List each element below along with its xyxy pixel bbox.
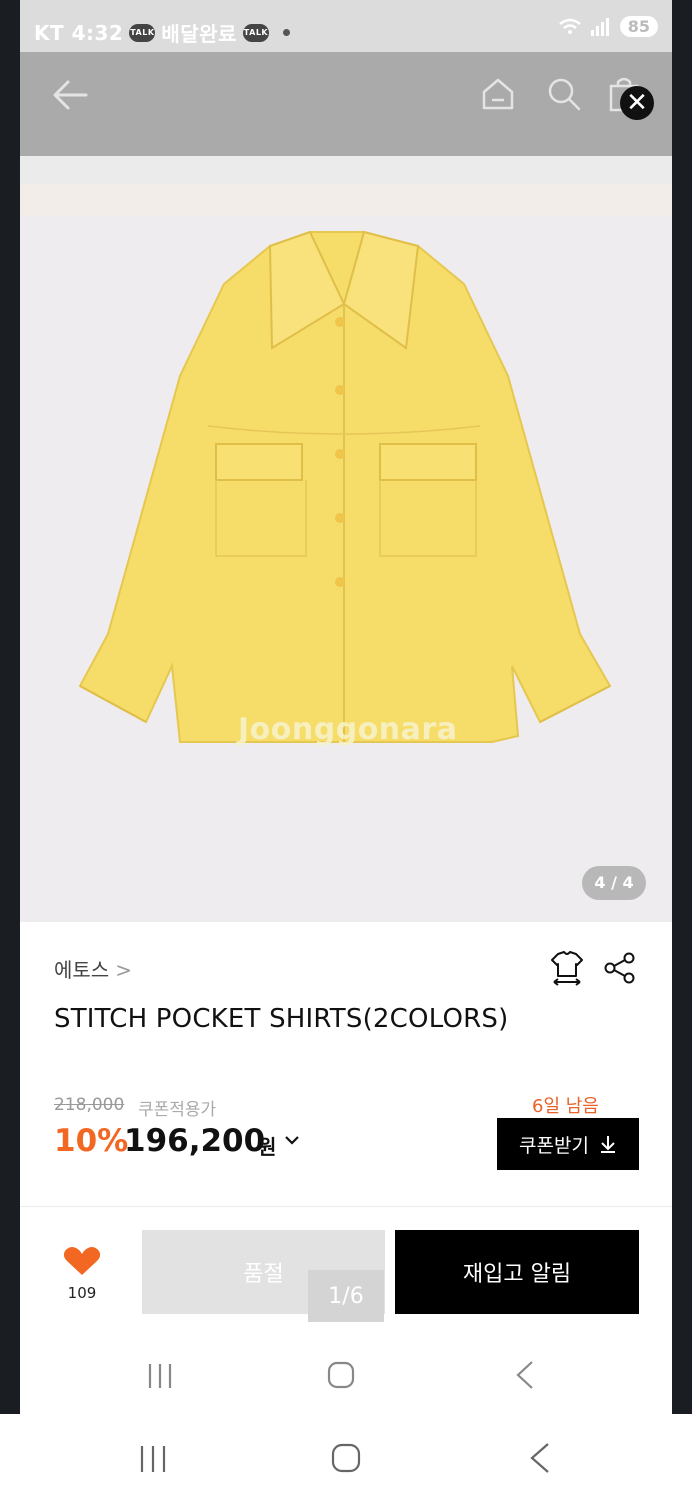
notification-dot [282, 29, 290, 36]
product-title: STITCH POCKET SHIRTS(2COLORS) [54, 1004, 509, 1034]
download-icon [600, 1136, 615, 1153]
chevron-down-icon[interactable] [284, 1134, 300, 1146]
coupon-button-label: 쿠폰받기 [519, 1134, 589, 1157]
heart-icon[interactable] [62, 1246, 102, 1276]
page-indicator: 1/6 [308, 1270, 384, 1322]
sale-price: 196,200 [124, 1123, 266, 1159]
battery-indicator: 85 [619, 16, 658, 37]
get-coupon-button[interactable]: 쿠폰받기 [497, 1118, 639, 1170]
app-screen: KT 4:32 TALK 배달완료 TALK 85 ✕ Joonggonara … [20, 0, 672, 1414]
home-button-icon-outer[interactable] [330, 1442, 362, 1474]
recent-apps-icon[interactable] [146, 1362, 174, 1390]
delivery-status: 배달완료 [161, 22, 237, 46]
product-image[interactable]: Joonggonara 4 / 4 [20, 216, 672, 922]
soldout-label: 품절 [243, 1262, 284, 1287]
recent-apps-icon-outer[interactable] [138, 1444, 168, 1474]
image-counter: 4 / 4 [582, 866, 646, 900]
home-button-icon[interactable] [326, 1360, 356, 1390]
currency-label: 원 [258, 1135, 277, 1159]
back-button-icon-outer[interactable] [528, 1442, 552, 1474]
restock-alert-button[interactable]: 재입고 알림 [395, 1230, 639, 1314]
days-left-label: 6일 남음 [532, 1096, 599, 1117]
system-navbar [0, 1414, 692, 1500]
status-time: KT 4:32 [34, 20, 124, 45]
coupon-price-label: 쿠폰적용가 [138, 1100, 217, 1120]
share-icon[interactable] [604, 952, 636, 984]
discount-rate: 10% [54, 1123, 129, 1159]
search-icon[interactable] [546, 76, 582, 112]
brand-name: 에토스 [54, 958, 110, 982]
banner-strip [20, 156, 672, 216]
section-divider [20, 1206, 672, 1207]
close-icon[interactable]: ✕ [620, 86, 654, 120]
restock-label: 재입고 알림 [462, 1262, 572, 1287]
wifi-icon [558, 18, 581, 34]
kakaotalk-icon-2: TALK [242, 23, 269, 42]
signal-icon [590, 17, 609, 36]
watermark: Joonggonara [238, 712, 458, 747]
shirt-illustration [78, 230, 612, 743]
arrow-left-icon[interactable] [52, 78, 88, 112]
like-count: 109 [67, 1284, 97, 1302]
chevron-right-icon: > [115, 958, 132, 982]
back-button-icon[interactable] [514, 1360, 536, 1390]
kakaotalk-icon: TALK [129, 23, 156, 42]
status-bar: KT 4:32 TALK 배달완료 TALK 85 [20, 0, 672, 52]
top-navigation: ✕ [20, 52, 672, 156]
inner-system-navbar [20, 1340, 672, 1414]
home-icon[interactable] [480, 76, 516, 112]
original-price: 218,000 [54, 1095, 125, 1115]
brand-link[interactable]: 에토스 > [54, 954, 132, 983]
size-guide-icon[interactable] [550, 950, 584, 986]
